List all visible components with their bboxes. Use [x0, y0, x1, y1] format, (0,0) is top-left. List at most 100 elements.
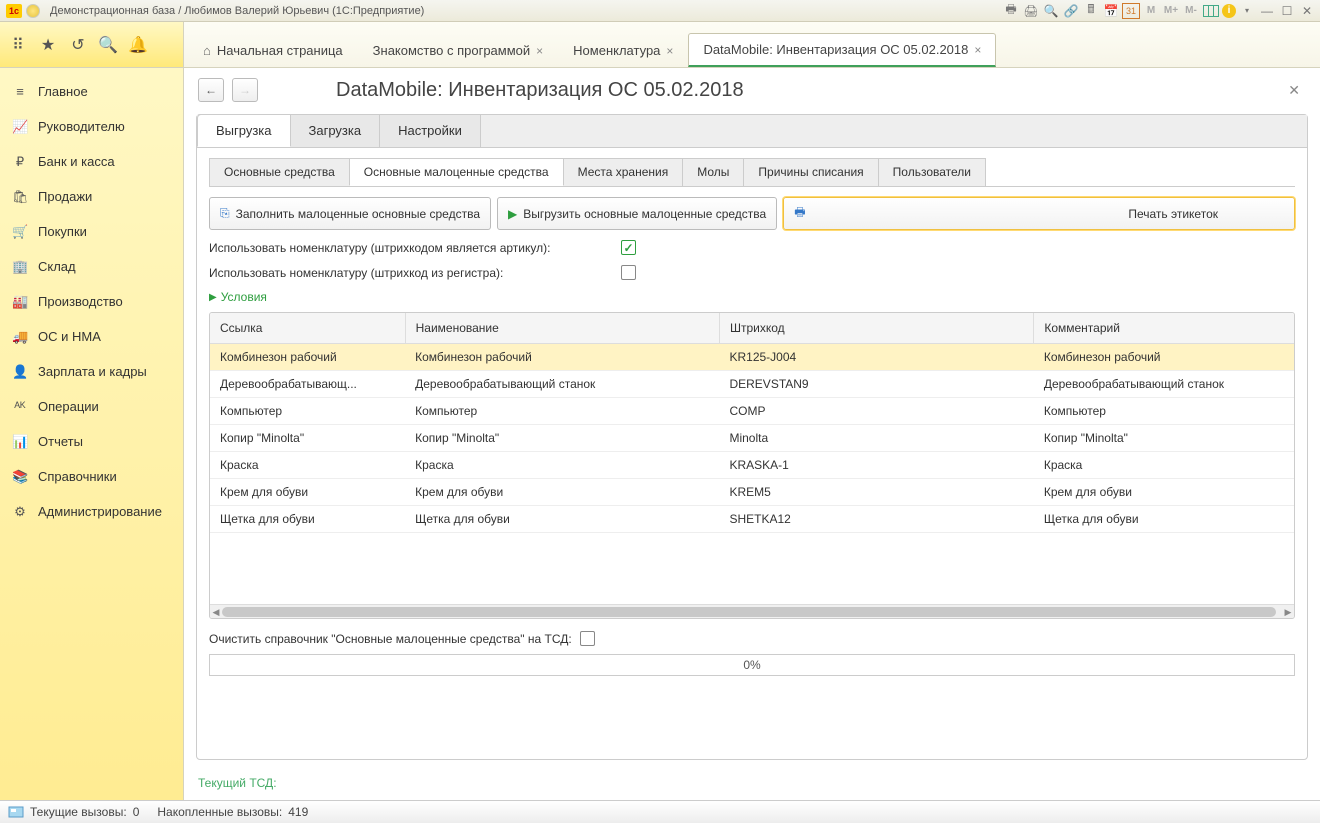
apps-icon[interactable]: ⠿ [8, 35, 28, 55]
status-calls-current: 0 [133, 805, 140, 819]
progress-value: 0% [743, 658, 760, 672]
column-header[interactable]: Ссылка [210, 313, 405, 344]
sidebar-item[interactable]: 🏭Производство [0, 284, 183, 319]
maximize-icon[interactable]: ☐ [1278, 3, 1296, 19]
tabs-area: ⌂Начальная страницаЗнакомство с программ… [184, 22, 1320, 67]
link-icon[interactable]: 🔗 [1062, 3, 1080, 19]
conditions-label: Условия [221, 290, 267, 304]
table-cell: Копир "Minolta" [405, 425, 719, 452]
print-preview-icon[interactable]: 🖨 [1022, 3, 1040, 19]
table-cell: Копир "Minolta" [210, 425, 405, 452]
sub-tab[interactable]: Места хранения [563, 158, 684, 186]
table-cell: COMP [719, 398, 1033, 425]
nav-back-button[interactable]: ← [198, 78, 224, 102]
tab-close-icon[interactable]: × [666, 44, 673, 58]
tab-close-icon[interactable]: × [536, 44, 543, 58]
current-tsd-label: Текущий ТСД: [184, 772, 1320, 800]
sidebar-item[interactable]: ᴬᴷОперации [0, 389, 183, 424]
page-tab[interactable]: ⌂Начальная страница [188, 33, 358, 67]
table-cell: Крем для обуви [1034, 479, 1294, 506]
dropdown-icon[interactable] [26, 4, 40, 18]
bell-icon[interactable]: 🔔 [128, 35, 148, 55]
sidebar-item[interactable]: 🛒Покупки [0, 214, 183, 249]
table-row[interactable]: КраскаКраскаKRASKA-1Краска [210, 452, 1294, 479]
nav-forward-button[interactable]: → [232, 78, 258, 102]
tab-label: DataMobile: Инвентаризация ОС 05.02.2018 [703, 42, 968, 57]
m-plus-icon[interactable]: M+ [1162, 3, 1180, 19]
clear-checkbox[interactable] [580, 631, 595, 646]
table-row[interactable]: Деревообрабатывающ...Деревообрабатывающи… [210, 371, 1294, 398]
print-labels-button[interactable]: 🖶 Печать этикеток [783, 197, 1295, 230]
table-row[interactable]: Комбинезон рабочийКомбинезон рабочийKR12… [210, 344, 1294, 371]
sidebar-item[interactable]: 📚Справочники [0, 459, 183, 494]
page-tab[interactable]: Знакомство с программой × [358, 33, 559, 67]
table-row[interactable]: Щетка для обувиЩетка для обувиSHETKA12Ще… [210, 506, 1294, 533]
sidebar-item[interactable]: 🏢Склад [0, 249, 183, 284]
upload-button-label: Выгрузить основные малоценные средства [523, 207, 766, 221]
page-close-icon[interactable]: ✕ [1288, 82, 1306, 99]
sub-tab[interactable]: Пользователи [878, 158, 986, 186]
page-tab[interactable]: DataMobile: Инвентаризация ОС 05.02.2018… [688, 33, 996, 67]
m-icon[interactable]: M [1142, 3, 1160, 19]
scroll-right-icon[interactable]: ▶ [1282, 605, 1294, 619]
conditions-toggle[interactable]: ▶ Условия [209, 290, 1295, 304]
sidebar-item[interactable]: 🚚ОС и НМА [0, 319, 183, 354]
sidebar-item[interactable]: ⚙Администрирование [0, 494, 183, 529]
grid-scrollbar[interactable]: ◀ ▶ [210, 604, 1294, 618]
tab-label: Знакомство с программой [373, 43, 531, 58]
sub-tab[interactable]: Основные малоценные средства [349, 158, 564, 186]
print-labels-label: Печать этикеток [1128, 207, 1218, 221]
upper-tab[interactable]: Настройки [379, 114, 481, 147]
history-icon[interactable]: ↺ [68, 35, 88, 55]
sidebar-icon: 📈 [12, 119, 28, 135]
scroll-thumb[interactable] [222, 607, 1276, 617]
sub-tab[interactable]: Причины списания [743, 158, 878, 186]
print-icon[interactable]: 🖶 [1002, 3, 1020, 19]
fill-button[interactable]: ⎘ Заполнить малоценные основные средства [209, 197, 491, 230]
sub-tab[interactable]: Молы [682, 158, 744, 186]
upload-button[interactable]: ▶ Выгрузить основные малоценные средства [497, 197, 777, 230]
calculator-icon[interactable]: 🖩 [1082, 3, 1100, 19]
toolbar-search-icon[interactable]: 🔍 [98, 35, 118, 55]
scroll-left-icon[interactable]: ◀ [210, 605, 222, 619]
upper-tab[interactable]: Выгрузка [197, 114, 291, 147]
table-row[interactable]: Крем для обувиКрем для обувиKREM5Крем дл… [210, 479, 1294, 506]
sidebar-label: Справочники [38, 469, 117, 484]
table-cell: Щетка для обуви [210, 506, 405, 533]
tab-label: Начальная страница [217, 43, 343, 58]
column-header[interactable]: Комментарий [1034, 313, 1294, 344]
sidebar-item[interactable]: 👤Зарплата и кадры [0, 354, 183, 389]
option-register-checkbox[interactable] [621, 265, 636, 280]
table-cell: Компьютер [405, 398, 719, 425]
upper-tab[interactable]: Загрузка [290, 114, 381, 147]
column-header[interactable]: Наименование [405, 313, 719, 344]
data-grid: СсылкаНаименованиеШтрихкодКомментарий Ко… [209, 312, 1295, 619]
column-header[interactable]: Штрихкод [719, 313, 1033, 344]
search-icon[interactable]: 🔍 [1042, 3, 1060, 19]
sidebar-item[interactable]: ₽Банк и касса [0, 144, 183, 179]
table-row[interactable]: КомпьютерКомпьютерCOMPКомпьютер [210, 398, 1294, 425]
sidebar-item[interactable]: 🛍Продажи [0, 179, 183, 214]
status-calls-current-label: Текущие вызовы: [30, 805, 127, 819]
tab-close-icon[interactable]: × [974, 43, 981, 57]
table-row[interactable]: Копир "Minolta"Копир "Minolta"MinoltaКоп… [210, 425, 1294, 452]
sidebar-label: Зарплата и кадры [38, 364, 147, 379]
sidebar-item[interactable]: ≡Главное [0, 74, 183, 109]
sidebar-icon: 🚚 [12, 329, 28, 345]
sub-tab[interactable]: Основные средства [209, 158, 350, 186]
calendar-icon[interactable]: 📅 [1102, 3, 1120, 19]
option-article-checkbox[interactable] [621, 240, 636, 255]
table-cell: Minolta [719, 425, 1033, 452]
panels-icon[interactable] [1202, 3, 1220, 19]
favorite-icon[interactable]: ★ [38, 35, 58, 55]
close-window-icon[interactable]: ✕ [1298, 3, 1316, 19]
page-tab[interactable]: Номенклатура× [558, 33, 688, 67]
minimize-icon[interactable]: — [1258, 3, 1276, 19]
m-minus-icon[interactable]: M- [1182, 3, 1200, 19]
info-dropdown-icon[interactable]: ▾ [1238, 3, 1256, 19]
date-icon[interactable]: 31 [1122, 3, 1140, 19]
progress-bar: 0% [209, 654, 1295, 676]
sidebar-item[interactable]: 📊Отчеты [0, 424, 183, 459]
info-icon[interactable]: i [1222, 4, 1236, 18]
sidebar-item[interactable]: 📈Руководителю [0, 109, 183, 144]
